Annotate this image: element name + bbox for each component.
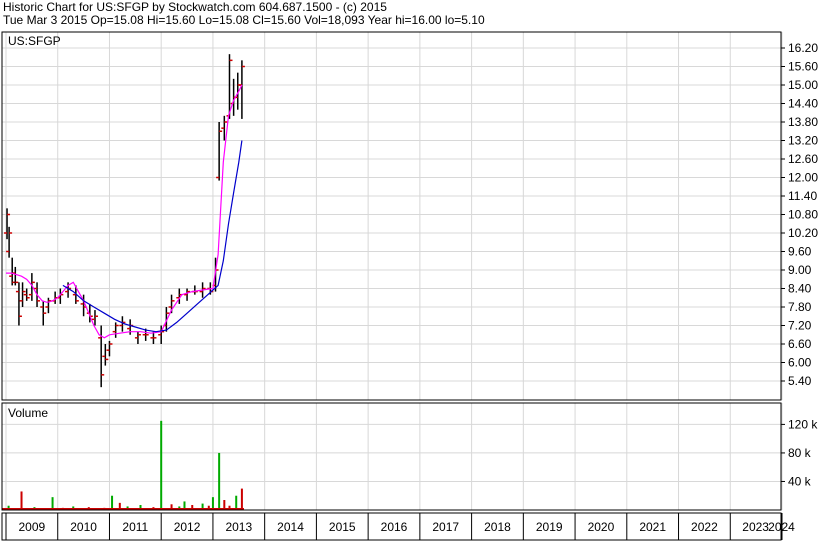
volume-bar xyxy=(20,491,23,510)
year-tick-label: 2011 xyxy=(122,520,148,534)
price-panel-frame xyxy=(1,31,782,401)
year-tick-label: 2017 xyxy=(432,520,459,534)
year-tick-label: 2012 xyxy=(174,520,201,534)
volume-label: Volume xyxy=(8,406,48,420)
price-tick-label: 9.60 xyxy=(788,245,812,259)
volume-panel-frame xyxy=(1,402,782,511)
stock-chart: 16.20 15.60 15.00 14.40 13.80 13.20 12.60 12.00… xyxy=(1,31,818,541)
short-moving-average-line xyxy=(6,84,243,339)
price-tick-label: 15.60 xyxy=(788,60,818,74)
year-tick-label: 2009 xyxy=(19,520,46,534)
price-tick-label: 7.20 xyxy=(788,319,812,333)
price-tick-label: 10.80 xyxy=(788,208,818,222)
volume-grid xyxy=(2,423,781,482)
price-tick-label: 8.40 xyxy=(788,282,812,296)
year-axis: 2009 2010 2011 2012 2013 2014 2015 2016 2017 2018… xyxy=(5,513,795,540)
year-tick-label: 2018 xyxy=(484,520,511,534)
volume-axis: 120 k 80 k 40 k xyxy=(781,417,818,488)
volume-bars xyxy=(2,420,244,510)
price-tick-label: 6.00 xyxy=(788,356,812,370)
year-tick-label: 2022 xyxy=(691,520,718,534)
symbol-label: US:SFGP xyxy=(8,34,61,48)
price-tick-label: 7.80 xyxy=(788,300,812,314)
price-tick-label: 13.20 xyxy=(788,134,818,148)
volume-bar xyxy=(240,488,243,510)
volume-tick-label: 120 k xyxy=(788,417,818,431)
year-tick-label: 2021 xyxy=(639,520,666,534)
year-tick-label: 2020 xyxy=(588,520,615,534)
price-tick-label: 5.40 xyxy=(788,374,812,388)
year-tick-label: 2023 xyxy=(742,520,769,534)
volume-bar xyxy=(160,420,163,510)
moving-average-lines xyxy=(6,84,243,339)
panel-frames xyxy=(1,31,782,541)
year-tick-label: 2019 xyxy=(536,520,563,534)
price-tick-label: 13.80 xyxy=(788,115,818,129)
long-moving-average-line xyxy=(62,140,243,333)
price-tick-label: 12.60 xyxy=(788,152,818,166)
year-tick-label: 2016 xyxy=(381,520,408,534)
year-tick-label: 2014 xyxy=(277,520,304,534)
year-tick-label: 2010 xyxy=(70,520,97,534)
price-grid xyxy=(2,32,783,510)
price-tick-label: 16.20 xyxy=(788,41,818,55)
price-tick-label: 15.00 xyxy=(788,78,818,92)
year-tick-label: 2013 xyxy=(225,520,252,534)
price-tick-label: 10.20 xyxy=(788,226,818,240)
price-tick-label: 6.60 xyxy=(788,337,812,351)
price-axis: 16.20 15.60 15.00 14.40 13.80 13.20 12.60 12.00… xyxy=(781,41,818,388)
year-tick-label: 2024 xyxy=(768,520,795,534)
price-tick-label: 12.00 xyxy=(788,171,818,185)
price-ohlc-bars xyxy=(4,54,245,388)
volume-bar xyxy=(218,452,221,510)
price-tick-label: 11.40 xyxy=(788,189,817,203)
volume-tick-label: 80 k xyxy=(788,446,812,460)
price-tick-label: 9.00 xyxy=(788,263,812,277)
volume-bar xyxy=(235,495,238,510)
volume-bar xyxy=(111,495,114,510)
price-tick-label: 14.40 xyxy=(788,97,818,111)
year-tick-label: 2015 xyxy=(329,520,356,534)
volume-tick-label: 40 k xyxy=(788,474,812,488)
